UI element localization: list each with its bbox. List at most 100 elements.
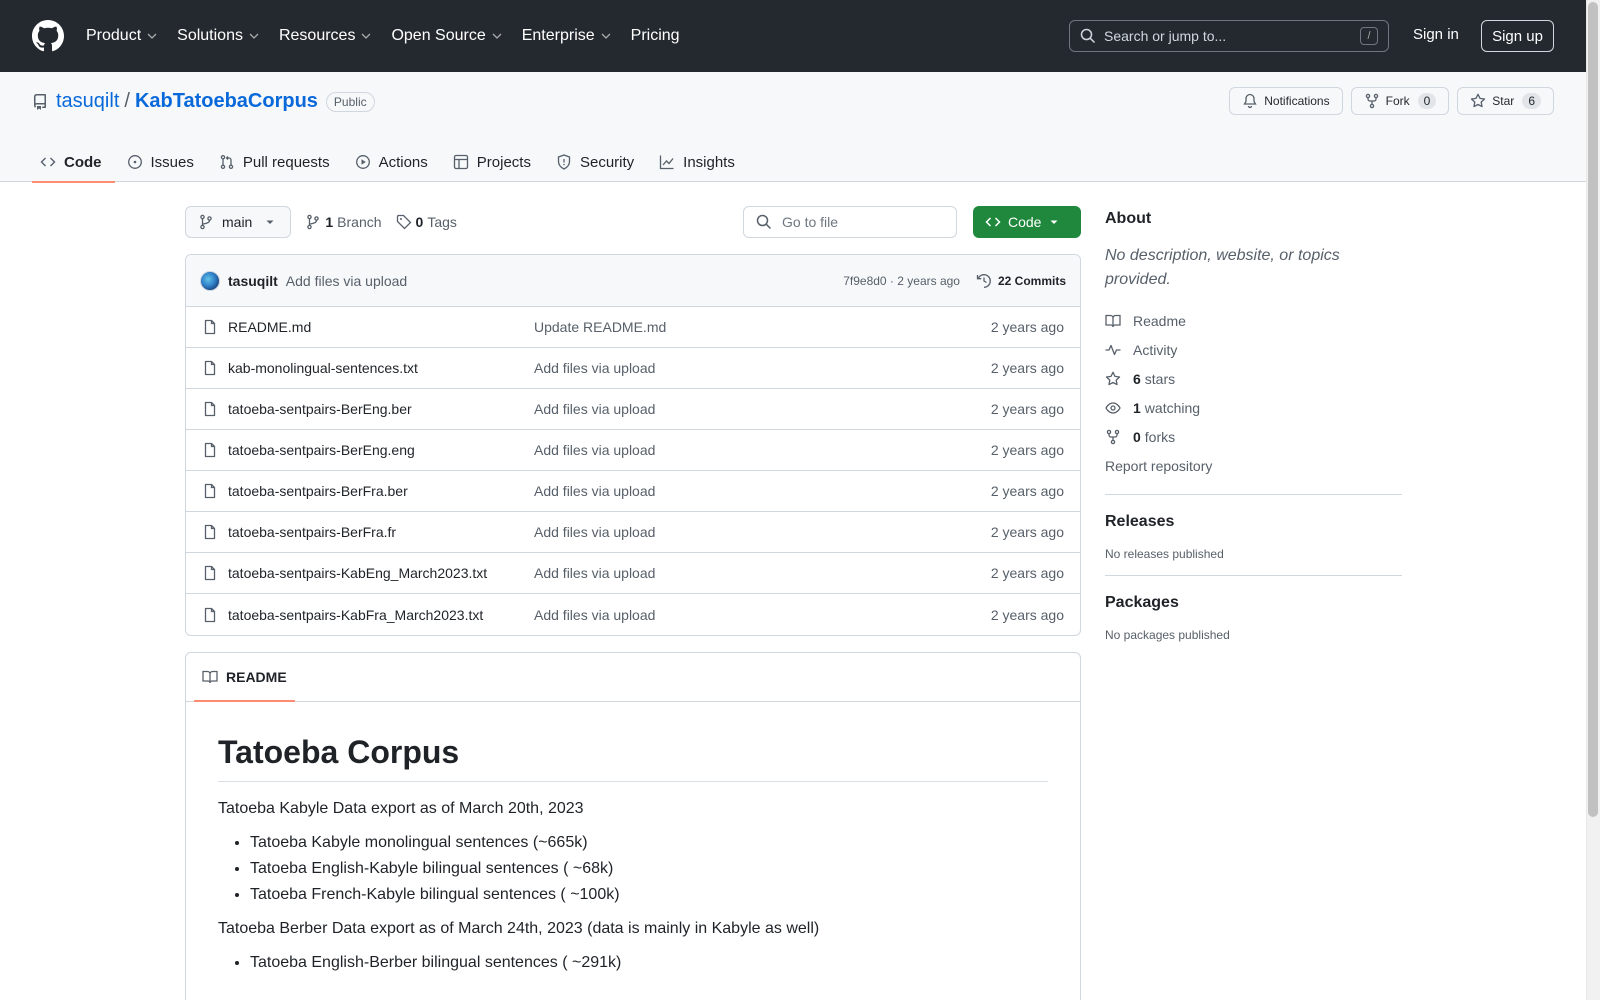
file-commit-message[interactable]: Add files via upload [534, 524, 991, 540]
activity-link-label: Activity [1133, 341, 1178, 358]
file-commit-message[interactable]: Add files via upload [534, 565, 991, 581]
avatar[interactable] [200, 270, 220, 291]
star-icon [1471, 93, 1486, 108]
fork-button[interactable]: Fork 0 [1350, 87, 1450, 115]
table-row: kab-monolingual-sentences.txt Add files v… [186, 348, 1080, 389]
file-commit-message[interactable]: Update README.md [534, 319, 991, 335]
divider [1105, 575, 1402, 576]
graph-icon [660, 155, 674, 170]
chevron-down-icon [601, 33, 611, 39]
git-branch-icon [200, 214, 212, 230]
tab-code[interactable]: Code [32, 142, 115, 183]
file-commit-message[interactable]: Add files via upload [534, 442, 991, 458]
nav-resources[interactable]: Resources [279, 27, 372, 45]
releases-heading[interactable]: Releases [1105, 513, 1402, 531]
global-search-input[interactable]: Search or jump to... / [1069, 20, 1389, 52]
fork-icon [1106, 429, 1120, 444]
go-to-file-placeholder: Go to file [782, 214, 839, 230]
tab-security[interactable]: Security [548, 142, 647, 182]
forks-link[interactable]: 0 forks [1105, 422, 1402, 451]
nav-product[interactable]: Product [86, 27, 158, 45]
repo-name-link[interactable]: KabTatoebaCorpus [135, 90, 318, 113]
tab-label: Actions [378, 153, 428, 171]
stars-link[interactable]: 6 stars [1105, 364, 1402, 393]
play-icon [355, 155, 370, 169]
file-commit-message[interactable]: Add files via upload [534, 360, 991, 376]
file-commit-message[interactable]: Add files via upload [534, 483, 991, 499]
readme-link[interactable]: Readme [1105, 306, 1402, 335]
search-icon [1080, 28, 1096, 44]
shield-icon [557, 154, 571, 170]
file-name-link[interactable]: tatoeba-sentpairs-BerEng.eng [202, 442, 534, 458]
file-name-link[interactable]: tatoeba-sentpairs-KabEng_March2023.txt [202, 565, 534, 581]
code-dropdown-button[interactable]: Code [973, 206, 1081, 238]
stars-count: 6 [1133, 370, 1141, 387]
nav-label: Pricing [630, 27, 680, 44]
table-row: tatoeba-sentpairs-KabFra_March2023.txt Ad… [186, 594, 1080, 635]
branch-name: main [222, 214, 253, 230]
git-branch-icon [307, 214, 320, 230]
watchers-link[interactable]: 1 watching [1105, 393, 1402, 422]
nav-open-source[interactable]: Open Source [391, 27, 502, 45]
readme-body: Tatoeba Corpus Tatoeba Kabyle Data expor… [186, 702, 1080, 972]
file-name: tatoeba-sentpairs-BerFra.fr [228, 524, 397, 540]
tab-pull-requests[interactable]: Pull requests [211, 142, 343, 182]
file-name-link[interactable]: tatoeba-sentpairs-BerFra.fr [202, 524, 534, 540]
packages-empty-text: No packages published [1105, 628, 1230, 642]
tags-link[interactable]: 0 Tags [396, 214, 457, 230]
file-name-link[interactable]: tatoeba-sentpairs-BerEng.ber [202, 401, 534, 417]
commit-message-link[interactable]: Add files via upload [286, 273, 407, 289]
report-repository-link[interactable]: Report repository [1105, 451, 1402, 480]
packages-heading[interactable]: Packages [1105, 594, 1402, 612]
file-name-link[interactable]: tatoeba-sentpairs-KabFra_March2023.txt [202, 607, 534, 623]
pulse-icon [1105, 344, 1121, 355]
activity-link[interactable]: Activity [1105, 335, 1402, 364]
nav-enterprise[interactable]: Enterprise [522, 27, 612, 45]
stars-label: stars [1144, 370, 1176, 387]
file-list: tasuqilt Add files via upload 7f9e8d0 · … [185, 254, 1081, 636]
file-name-link[interactable]: kab-monolingual-sentences.txt [202, 360, 534, 376]
tab-issues[interactable]: Issues [119, 142, 207, 182]
forks-label: forks [1144, 428, 1176, 445]
sign-in-link[interactable]: Sign in [1413, 26, 1459, 43]
github-logo-icon[interactable] [32, 20, 64, 52]
nav-solutions[interactable]: Solutions [177, 27, 260, 45]
file-name-link[interactable]: README.md [202, 319, 534, 335]
repo-title: tasuqilt / KabTatoebaCorpus Public [32, 90, 375, 113]
tab-actions[interactable]: Actions [347, 142, 441, 182]
readme-tab[interactable]: README [202, 669, 287, 685]
file-commit-age: 2 years ago [990, 319, 1064, 335]
commit-hash-age[interactable]: 7f9e8d0 · 2 years ago [843, 274, 960, 288]
tab-insights[interactable]: Insights [651, 142, 748, 182]
file-icon [204, 565, 216, 581]
tab-label: Code [64, 153, 102, 171]
search-shortcut-hint: / [1360, 27, 1378, 45]
file-icon [204, 607, 216, 622]
star-label: Star [1492, 94, 1515, 108]
sign-up-button[interactable]: Sign up [1481, 20, 1554, 52]
scrollbar-thumb[interactable] [1588, 2, 1598, 817]
tab-label: Insights [683, 153, 735, 171]
file-commit-message[interactable]: Add files via upload [534, 607, 991, 623]
file-commit-age: 2 years ago [990, 360, 1064, 376]
file-commit-age: 2 years ago [990, 606, 1064, 623]
file-name-link[interactable]: tatoeba-sentpairs-BerFra.ber [202, 483, 534, 499]
commits-history-link[interactable]: 22 Commits [976, 273, 1066, 289]
repo-owner-link[interactable]: tasuqilt [56, 90, 119, 113]
global-header: Product Solutions Resources Open Source … [0, 0, 1586, 72]
star-button[interactable]: Star 6 [1457, 87, 1554, 115]
file-icon [204, 483, 216, 499]
tab-projects[interactable]: Projects [445, 142, 544, 182]
branch-selector[interactable]: main [185, 206, 292, 238]
commit-author-link[interactable]: tasuqilt [228, 273, 278, 289]
branches-link[interactable]: 1 Branch [305, 214, 382, 230]
tab-label: Security [579, 153, 635, 171]
list-item: Tatoeba English-Kabyle bilingual sentenc… [250, 860, 1048, 878]
notifications-button[interactable]: Notifications [1229, 87, 1343, 115]
nav-pricing[interactable]: Pricing [631, 27, 680, 45]
page-scrollbar[interactable] [1586, 0, 1600, 1000]
file-commit-message[interactable]: Add files via upload [534, 401, 991, 417]
file-commit-age: 2 years ago [990, 524, 1064, 540]
star-icon [1105, 371, 1121, 385]
go-to-file-input[interactable]: Go to file [743, 206, 957, 238]
